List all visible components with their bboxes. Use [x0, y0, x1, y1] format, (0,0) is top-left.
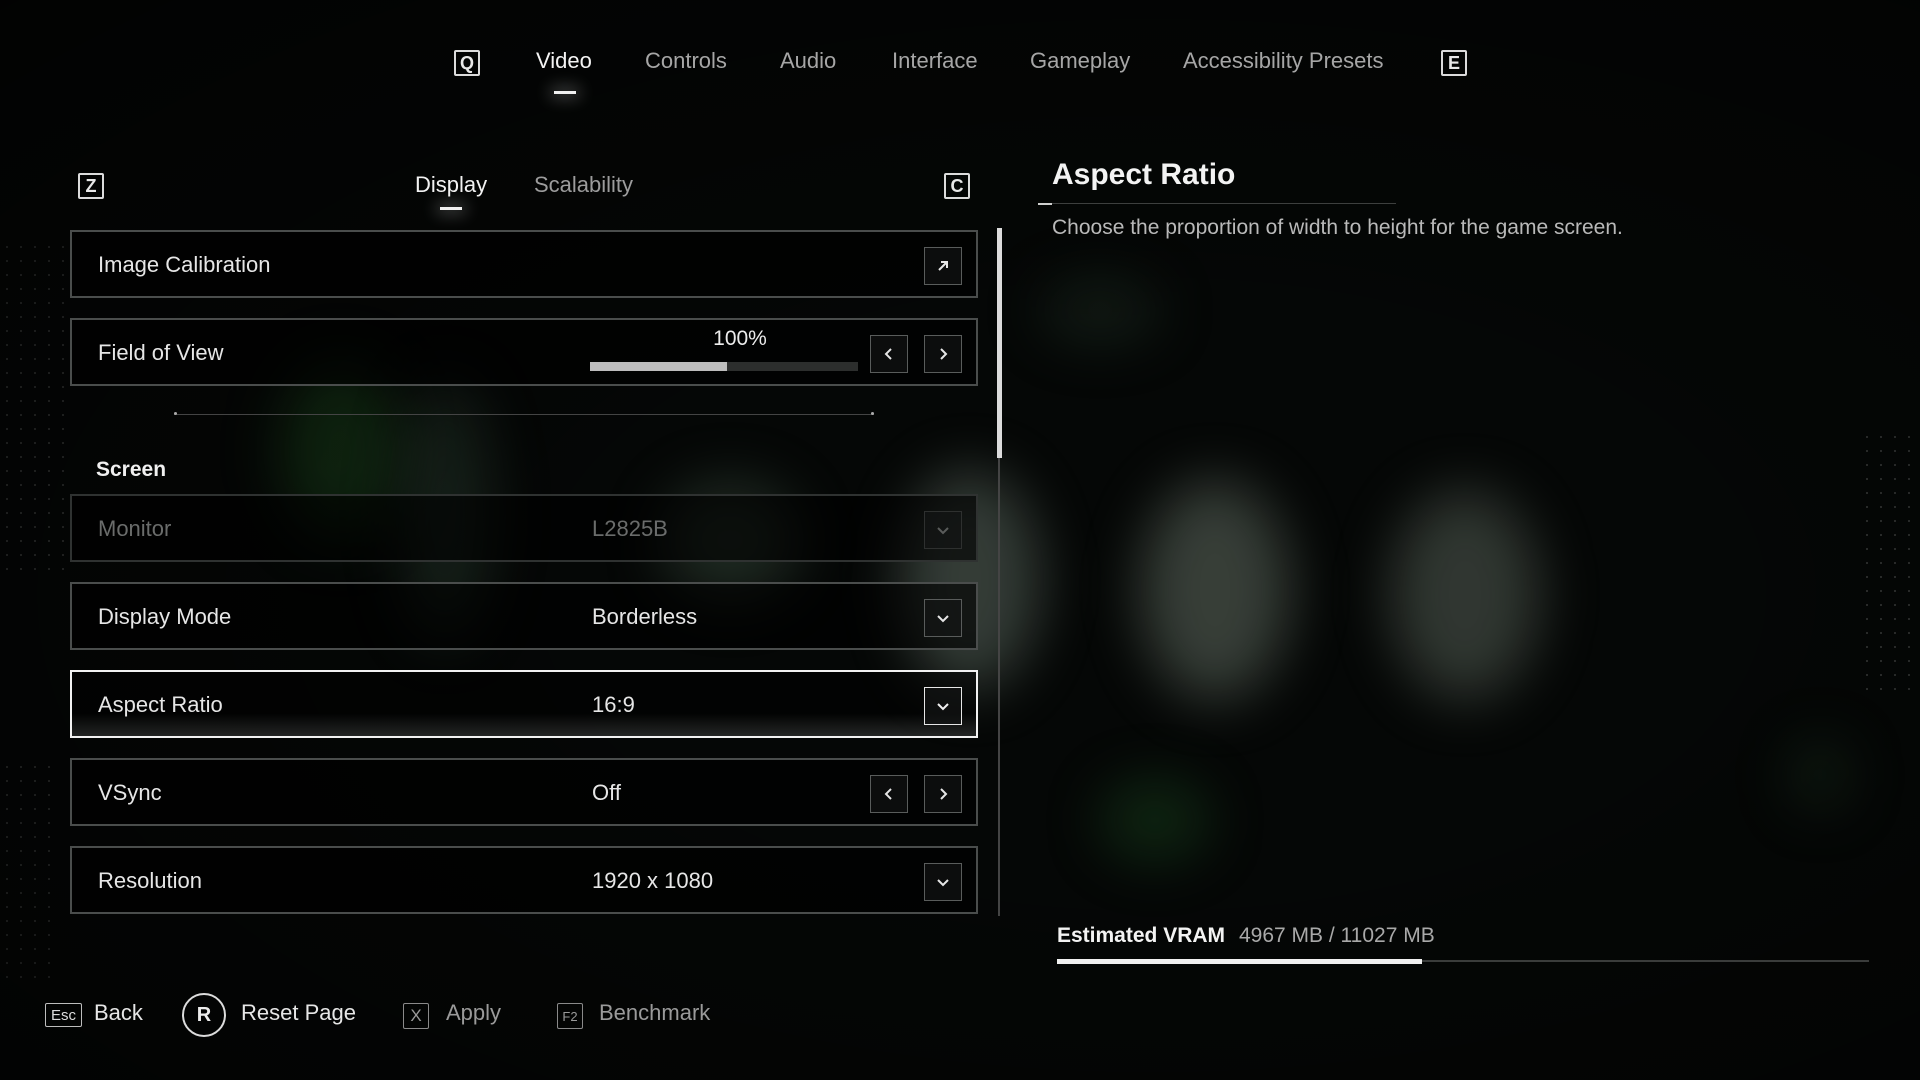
divider-dot-left [174, 412, 177, 415]
monitor-dropdown-button [924, 511, 962, 549]
display-mode-label: Display Mode [98, 604, 232, 629]
resolution-label: Resolution [98, 868, 202, 893]
reset-page-label: Reset Page [241, 1000, 356, 1025]
external-link-icon[interactable] [924, 247, 962, 285]
benchmark-label: Benchmark [599, 1000, 711, 1025]
tab-interface[interactable]: Interface [892, 48, 978, 74]
monitor-value: L2825B [592, 516, 668, 541]
top-nav: Q Video Controls Audio Interface Gamepla… [0, 42, 1920, 82]
chevron-down-icon [937, 879, 949, 887]
field-of-view-label: Field of View [98, 340, 224, 365]
resolution-dropdown-button[interactable] [924, 863, 962, 901]
vsync-next-button[interactable] [924, 775, 962, 813]
vram-bar [1057, 959, 1869, 964]
divider-dot-right [871, 412, 874, 415]
fov-slider-fill [590, 362, 727, 371]
apply-label: Apply [446, 1000, 502, 1025]
q-key-hint[interactable]: Q [454, 50, 480, 76]
vram-label: Estimated VRAM [1057, 924, 1226, 947]
tab-controls[interactable]: Controls [645, 48, 727, 74]
fov-value: 100% [713, 327, 767, 350]
settings-scrollbar-thumb[interactable] [997, 228, 1002, 458]
field-of-view-row[interactable]: Field of View [70, 318, 978, 386]
chevron-down-icon [937, 615, 949, 623]
detail-title-rule [1038, 203, 1396, 204]
image-calibration-row[interactable]: Image Calibration [70, 230, 978, 298]
monitor-row: Monitor L2825B [70, 494, 978, 562]
image-calibration-label: Image Calibration [98, 252, 271, 277]
active-subtab-indicator [440, 207, 462, 210]
vsync-row[interactable]: VSync Off [70, 758, 978, 826]
vsync-value: Off [592, 780, 621, 805]
subtab-scalability[interactable]: Scalability [534, 172, 633, 198]
chevron-down-icon [937, 703, 949, 711]
section-title-screen: Screen [96, 458, 167, 481]
r-key-icon: R [182, 993, 226, 1037]
esc-key-icon: Esc [45, 1003, 82, 1027]
fov-increase-button[interactable] [924, 335, 962, 373]
detail-title-tick [1038, 203, 1052, 205]
e-key-hint[interactable]: E [1441, 50, 1467, 76]
x-key-icon: X [403, 1003, 429, 1029]
vram-bar-fill [1057, 959, 1423, 964]
chevron-left-icon [884, 788, 892, 800]
chevron-down-icon [937, 527, 949, 535]
vsync-label: VSync [98, 780, 162, 805]
active-tab-indicator [554, 91, 576, 94]
section-divider [174, 414, 874, 415]
aspect-ratio-dropdown-button[interactable] [924, 687, 962, 725]
chevron-right-icon [940, 788, 948, 800]
fov-decrease-button[interactable] [870, 335, 908, 373]
back-label: Back [94, 1000, 143, 1025]
tab-accessibility-presets[interactable]: Accessibility Presets [1183, 48, 1384, 74]
display-mode-value: Borderless [592, 604, 698, 629]
aspect-ratio-label: Aspect Ratio [98, 692, 223, 717]
monitor-label: Monitor [98, 516, 172, 541]
display-mode-row[interactable]: Display Mode Borderless [70, 582, 978, 650]
tab-gameplay[interactable]: Gameplay [1030, 48, 1130, 74]
tab-video[interactable]: Video [536, 48, 592, 74]
vsync-previous-button[interactable] [870, 775, 908, 813]
display-mode-dropdown-button[interactable] [924, 599, 962, 637]
subtab-display[interactable]: Display [415, 172, 487, 198]
detail-title: Aspect Ratio [1052, 158, 1236, 191]
aspect-ratio-value: 16:9 [592, 692, 635, 717]
resolution-value: 1920 x 1080 [592, 868, 714, 893]
aspect-ratio-row[interactable]: Aspect Ratio 16:9 [70, 670, 978, 738]
tab-audio[interactable]: Audio [780, 48, 836, 74]
fov-slider[interactable] [590, 362, 858, 371]
z-key-hint[interactable]: Z [78, 173, 104, 199]
f2-key-icon: F2 [557, 1003, 583, 1029]
c-key-hint[interactable]: C [944, 173, 970, 199]
chevron-right-icon [940, 348, 948, 360]
resolution-row[interactable]: Resolution 1920 x 1080 [70, 846, 978, 914]
chevron-left-icon [884, 348, 892, 360]
vram-value: 4967 MB / 11027 MB [1239, 924, 1435, 947]
detail-description: Choose the proportion of width to height… [1052, 216, 1623, 239]
